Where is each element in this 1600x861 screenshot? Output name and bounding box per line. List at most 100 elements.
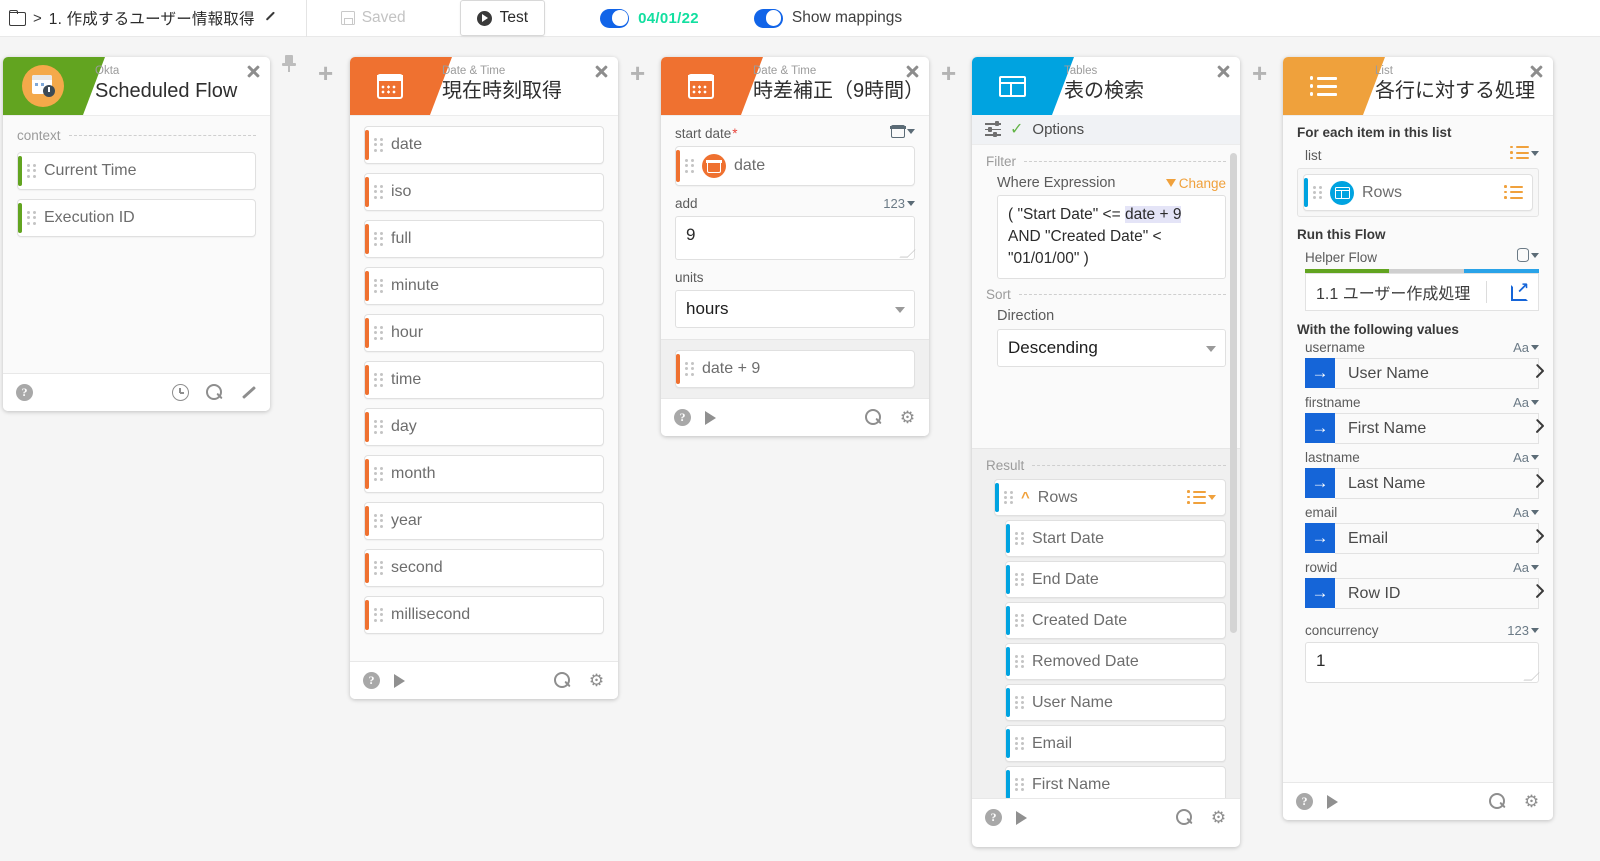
close-icon[interactable] bbox=[594, 64, 609, 79]
type-selector-date[interactable] bbox=[890, 125, 915, 138]
input-start-date[interactable]: date bbox=[675, 146, 915, 186]
drag-handle-icon[interactable] bbox=[1015, 777, 1024, 792]
card-for-each[interactable]: List 各行に対する処理 For each item in this list… bbox=[1283, 57, 1553, 820]
add-card-button-3[interactable]: + bbox=[941, 60, 956, 86]
output-pill-execution-id[interactable]: Execution ID bbox=[17, 199, 256, 237]
result-field-user-name[interactable]: User Name bbox=[1005, 684, 1226, 721]
flow-type-selector[interactable] bbox=[1517, 248, 1539, 262]
input-list-rows[interactable]: Rows bbox=[1303, 174, 1533, 211]
search-icon[interactable] bbox=[865, 409, 882, 426]
chevron-expand-icon[interactable] bbox=[1535, 586, 1548, 599]
drag-handle-icon[interactable] bbox=[374, 326, 383, 340]
help-icon[interactable]: ? bbox=[674, 409, 691, 426]
vertical-scrollbar[interactable] bbox=[1230, 153, 1237, 633]
play-icon[interactable] bbox=[394, 673, 405, 688]
output-pill-month[interactable]: month bbox=[364, 455, 604, 493]
drag-handle-icon[interactable] bbox=[374, 561, 383, 575]
gear-icon[interactable]: ⚙ bbox=[1523, 793, 1540, 810]
drag-handle-icon[interactable] bbox=[374, 232, 383, 246]
input-where-expression[interactable]: ( "Start Date" <= date + 9 AND "Created … bbox=[997, 195, 1226, 279]
output-pill-full[interactable]: full bbox=[364, 220, 604, 258]
clock-icon[interactable] bbox=[172, 384, 189, 401]
mapping-row-firstname[interactable]: → First Name bbox=[1305, 413, 1539, 444]
drag-handle-icon[interactable] bbox=[374, 185, 383, 199]
type-selector-text[interactable]: Aa bbox=[1513, 395, 1539, 410]
chevron-expand-icon[interactable] bbox=[1535, 421, 1548, 434]
output-pill-time[interactable]: time bbox=[364, 361, 604, 399]
type-selector-text[interactable]: Aa bbox=[1513, 450, 1539, 465]
search-icon[interactable] bbox=[1489, 793, 1506, 810]
breadcrumb[interactable]: > 1. 作成するユーザー情報取得 bbox=[0, 0, 276, 36]
drag-handle-icon[interactable] bbox=[27, 211, 36, 225]
chevron-up-icon[interactable]: ^ bbox=[1021, 489, 1030, 506]
drag-handle-icon[interactable] bbox=[1015, 736, 1024, 751]
add-card-button-2[interactable]: + bbox=[630, 60, 645, 86]
drag-handle-icon[interactable] bbox=[374, 279, 383, 293]
output-pill-millisecond[interactable]: millisecond bbox=[364, 596, 604, 634]
help-icon[interactable]: ? bbox=[985, 809, 1002, 826]
close-icon[interactable] bbox=[246, 64, 261, 79]
resize-handle[interactable] bbox=[899, 249, 916, 258]
input-helper-flow[interactable]: 1.1 ユーザー作成処理 bbox=[1305, 273, 1539, 311]
drag-handle-icon[interactable] bbox=[374, 420, 383, 434]
drag-handle-icon[interactable] bbox=[1004, 490, 1013, 505]
close-icon[interactable] bbox=[905, 64, 920, 79]
add-card-button-1[interactable]: + bbox=[318, 60, 333, 86]
search-icon[interactable] bbox=[1176, 809, 1193, 826]
drag-handle-icon[interactable] bbox=[374, 373, 383, 387]
drag-handle-icon[interactable] bbox=[374, 138, 383, 152]
output-pill-day[interactable]: day bbox=[364, 408, 604, 446]
play-icon[interactable] bbox=[1016, 810, 1027, 825]
add-card-button-4[interactable]: + bbox=[1252, 60, 1267, 86]
result-root-rows[interactable]: ^ Rows bbox=[994, 479, 1226, 516]
mapping-row-rowid[interactable]: → Row ID bbox=[1305, 578, 1539, 609]
chevron-expand-icon[interactable] bbox=[1535, 366, 1548, 379]
help-icon[interactable]: ? bbox=[1296, 793, 1313, 810]
options-bar[interactable]: ✓ Options bbox=[972, 115, 1240, 144]
gear-icon[interactable]: ⚙ bbox=[899, 409, 916, 426]
output-pill-iso[interactable]: iso bbox=[364, 173, 604, 211]
output-pill-year[interactable]: year bbox=[364, 502, 604, 540]
mapping-row-email[interactable]: → Email bbox=[1305, 523, 1539, 554]
result-field-removed-date[interactable]: Removed Date bbox=[1005, 643, 1226, 680]
drag-handle-icon[interactable] bbox=[1015, 531, 1024, 546]
close-icon[interactable] bbox=[1529, 64, 1544, 79]
type-selector-number[interactable]: 123 bbox=[1507, 623, 1539, 638]
list-type-selector[interactable] bbox=[1187, 490, 1216, 505]
open-external-icon[interactable] bbox=[1511, 279, 1529, 301]
drag-handle-icon[interactable] bbox=[1313, 185, 1322, 200]
drag-handle-icon[interactable] bbox=[1015, 613, 1024, 628]
drag-handle-icon[interactable] bbox=[1015, 654, 1024, 669]
drag-handle-icon[interactable] bbox=[685, 159, 694, 173]
list-icon[interactable] bbox=[1504, 185, 1523, 200]
output-pill-date-plus-9[interactable]: date + 9 bbox=[675, 350, 915, 388]
list-type-selector[interactable] bbox=[1510, 145, 1539, 160]
mapping-row-lastname[interactable]: → Last Name bbox=[1305, 468, 1539, 499]
search-icon[interactable] bbox=[554, 672, 571, 689]
drag-handle-icon[interactable] bbox=[374, 467, 383, 481]
drag-handle-icon[interactable] bbox=[685, 362, 694, 376]
pencil-icon[interactable] bbox=[240, 384, 257, 401]
toggle-switch-date[interactable] bbox=[600, 8, 630, 28]
output-pill-second[interactable]: second bbox=[364, 549, 604, 587]
result-field-email[interactable]: Email bbox=[1005, 725, 1226, 762]
result-field-first-name[interactable]: First Name bbox=[1005, 766, 1226, 798]
change-filter-button[interactable]: Change bbox=[1165, 176, 1226, 191]
help-icon[interactable]: ? bbox=[16, 384, 33, 401]
input-concurrency[interactable]: 1 bbox=[1305, 642, 1540, 683]
output-pill-date[interactable]: date bbox=[364, 126, 604, 164]
help-icon[interactable]: ? bbox=[363, 672, 380, 689]
input-add-value[interactable]: 9 bbox=[675, 216, 916, 260]
drag-handle-icon[interactable] bbox=[374, 514, 383, 528]
result-field-start-date[interactable]: Start Date bbox=[1005, 520, 1226, 557]
resize-handle[interactable] bbox=[1523, 672, 1540, 681]
output-pill-current-time[interactable]: Current Time bbox=[17, 152, 256, 190]
type-selector-text[interactable]: Aa bbox=[1513, 340, 1539, 355]
play-icon[interactable] bbox=[1327, 794, 1338, 809]
test-button[interactable]: Test bbox=[459, 0, 546, 36]
drag-handle-icon[interactable] bbox=[1015, 695, 1024, 710]
search-icon[interactable] bbox=[206, 384, 223, 401]
gear-icon[interactable]: ⚙ bbox=[588, 672, 605, 689]
card-search-table[interactable]: Tables 表の検索 ✓ Options Filter Where Expre… bbox=[972, 57, 1240, 847]
chevron-expand-icon[interactable] bbox=[1535, 476, 1548, 489]
